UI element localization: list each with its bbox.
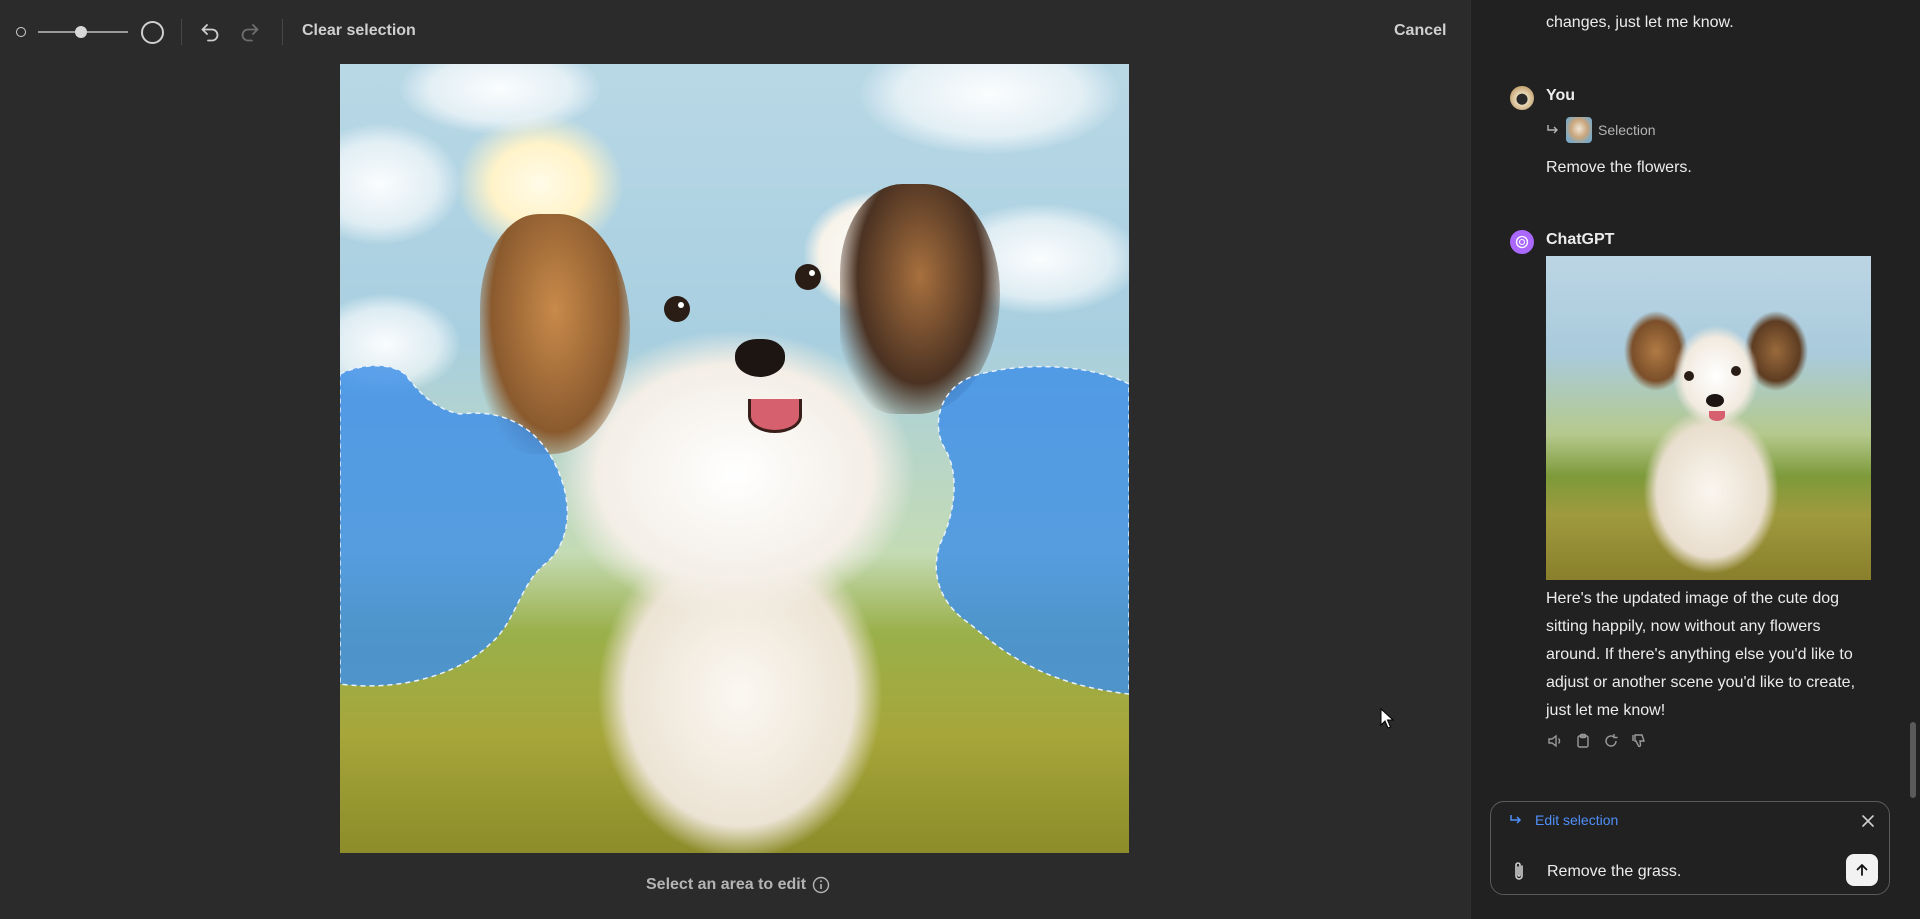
read-aloud-icon[interactable] — [1546, 732, 1564, 750]
close-icon[interactable] — [1859, 812, 1877, 830]
undo-icon[interactable] — [198, 20, 222, 44]
toolbar-divider — [282, 19, 283, 45]
reply-arrow-icon — [1510, 815, 1522, 824]
regenerate-icon[interactable] — [1602, 732, 1620, 750]
message-actions — [1546, 732, 1648, 750]
previous-message-tail: changes, just let me know. — [1546, 14, 1734, 31]
mouse-cursor-icon — [1380, 708, 1394, 729]
paperclip-icon[interactable] — [1509, 860, 1529, 884]
openai-logo-icon — [1515, 235, 1529, 249]
selection-thumbnail — [1566, 117, 1592, 143]
selection-reference-label: Selection — [1598, 122, 1656, 138]
message-input[interactable] — [1545, 858, 1829, 886]
thumbs-down-icon[interactable] — [1630, 732, 1648, 750]
brush-size-slider-knob[interactable] — [75, 26, 87, 38]
select-area-hint-label: Select an area to edit — [646, 876, 807, 893]
arrow-up-icon — [1856, 864, 1868, 876]
copy-icon[interactable] — [1574, 732, 1592, 750]
clear-selection-button[interactable]: Clear selection — [302, 22, 416, 40]
toolbar-divider — [181, 19, 182, 45]
info-icon[interactable] — [812, 876, 830, 894]
message-composer: Edit selection — [1490, 801, 1890, 895]
editable-image-canvas[interactable] — [340, 64, 1129, 853]
brush-size-small-icon[interactable] — [16, 27, 26, 37]
message-author: You — [1546, 87, 1576, 104]
generated-image[interactable] — [1546, 256, 1871, 580]
message-author: ChatGPT — [1546, 231, 1615, 248]
chatgpt-avatar — [1510, 230, 1534, 254]
cancel-button[interactable]: Cancel — [1394, 22, 1446, 40]
chat-scrollbar[interactable] — [1910, 722, 1916, 798]
edit-selection-label: Edit selection — [1535, 812, 1619, 828]
selection-reference[interactable]: Selection — [1546, 117, 1656, 143]
user-avatar — [1510, 86, 1534, 110]
image-editor: Clear selection Cancel Select an area to… — [0, 0, 1470, 919]
send-button[interactable] — [1846, 854, 1878, 886]
editor-toolbar: Clear selection Cancel — [0, 0, 1470, 64]
user-message-text: Remove the flowers. — [1546, 159, 1692, 176]
edit-selection-chip[interactable]: Edit selection — [1509, 812, 1618, 828]
selection-mask — [340, 365, 1129, 695]
assistant-message-text: Here's the updated image of the cute dog… — [1546, 590, 1856, 719]
select-area-hint: Select an area to edit — [646, 876, 830, 894]
redo-icon[interactable] — [238, 20, 262, 44]
reply-arrow-icon — [1547, 125, 1558, 134]
brush-size-large-icon[interactable] — [141, 21, 164, 44]
